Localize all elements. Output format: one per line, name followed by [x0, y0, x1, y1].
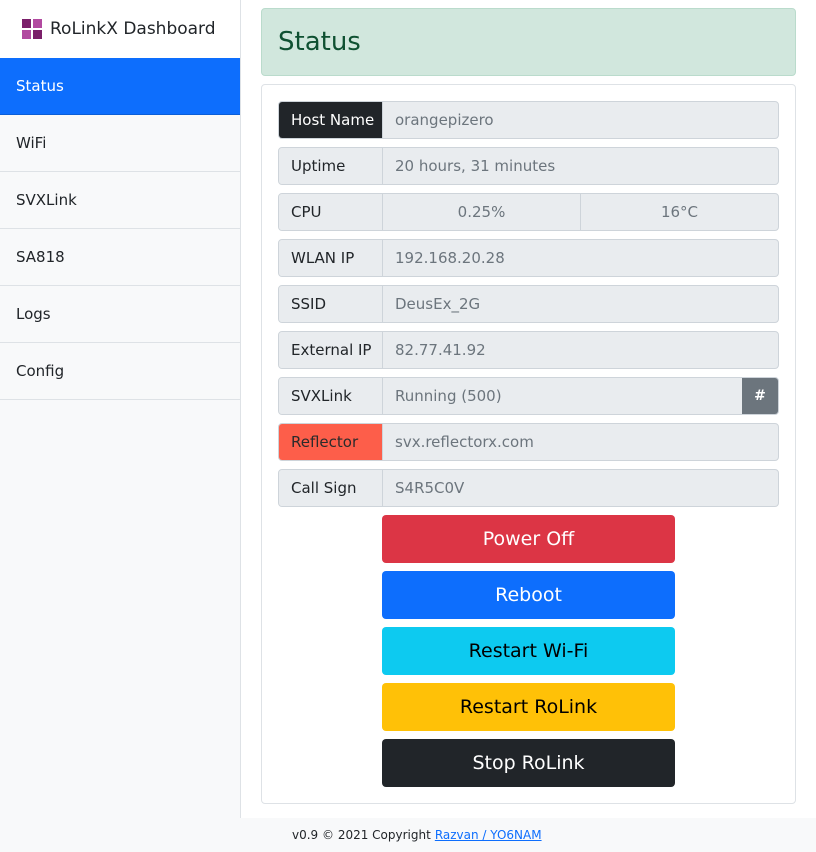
call-sign-label: Call Sign [279, 470, 383, 506]
sidebar-item-logs[interactable]: Logs [0, 286, 240, 343]
sidebar-item-config[interactable]: Config [0, 343, 240, 400]
svxlink-label: SVXLink [279, 378, 383, 414]
sidebar-item-sa818[interactable]: SA818 [0, 229, 240, 286]
reboot-button[interactable]: Reboot [382, 571, 675, 619]
status-card: Host Name orangepizero Uptime 20 hours, … [261, 84, 796, 804]
wlan-ip-value: 192.168.20.28 [395, 249, 505, 267]
action-buttons: Power Off Reboot Restart Wi-Fi Restart R… [382, 515, 675, 787]
svxlink-row: SVXLink Running (500) # [278, 377, 779, 415]
restart-wifi-button[interactable]: Restart Wi-Fi [382, 627, 675, 675]
footer-author-link[interactable]: Razvan / YO6NAM [435, 828, 542, 842]
host-name-row: Host Name orangepizero [278, 101, 779, 139]
wlan-ip-row: WLAN IP 192.168.20.28 [278, 239, 779, 277]
stop-rolink-button[interactable]: Stop RoLink [382, 739, 675, 787]
svxlink-hash-button[interactable]: # [742, 378, 778, 414]
ssid-value: DeusEx_2G [395, 295, 481, 313]
ssid-label: SSID [279, 286, 383, 322]
external-ip-label: External IP [279, 332, 383, 368]
wlan-ip-label: WLAN IP [279, 240, 383, 276]
ssid-row: SSID DeusEx_2G [278, 285, 779, 323]
call-sign-row: Call Sign S4R5C0V [278, 469, 779, 507]
host-name-label: Host Name [279, 102, 383, 138]
sidebar-item-svxlink[interactable]: SVXLink [0, 172, 240, 229]
svxlink-value: Running (500) [395, 387, 502, 405]
rolinkx-logo-icon [22, 19, 42, 39]
external-ip-value: 82.77.41.92 [395, 341, 486, 359]
main-content: Status Host Name orangepizero Uptime 20 … [261, 8, 796, 804]
cpu-label: CPU [279, 194, 383, 230]
sidebar: RoLinkX Dashboard Status WiFi SVXLink SA… [0, 0, 241, 818]
sidebar-item-status[interactable]: Status [0, 58, 240, 115]
sidebar-item-wifi[interactable]: WiFi [0, 115, 240, 172]
reflector-value: svx.reflectorx.com [395, 433, 534, 451]
uptime-row: Uptime 20 hours, 31 minutes [278, 147, 779, 185]
restart-rolink-button[interactable]: Restart RoLink [382, 683, 675, 731]
brand-title: RoLinkX Dashboard [50, 19, 216, 39]
reflector-label: Reflector [279, 424, 383, 460]
cpu-row: CPU 0.25% 16°C [278, 193, 779, 231]
page-title: Status [278, 27, 361, 57]
power-off-button[interactable]: Power Off [382, 515, 675, 563]
host-name-value: orangepizero [395, 111, 494, 129]
page-header: Status [261, 8, 796, 76]
cpu-temp-value: 16°C [580, 194, 778, 230]
uptime-value: 20 hours, 31 minutes [395, 157, 556, 175]
footer: v0.9 © 2021 Copyright Razvan / YO6NAM [0, 818, 816, 852]
cpu-load-value: 0.25% [457, 203, 506, 221]
footer-text: v0.9 © 2021 Copyright [292, 828, 431, 842]
uptime-label: Uptime [279, 148, 383, 184]
external-ip-row: External IP 82.77.41.92 [278, 331, 779, 369]
brand[interactable]: RoLinkX Dashboard [0, 0, 240, 58]
call-sign-value: S4R5C0V [395, 479, 465, 497]
reflector-row: Reflector svx.reflectorx.com [278, 423, 779, 461]
